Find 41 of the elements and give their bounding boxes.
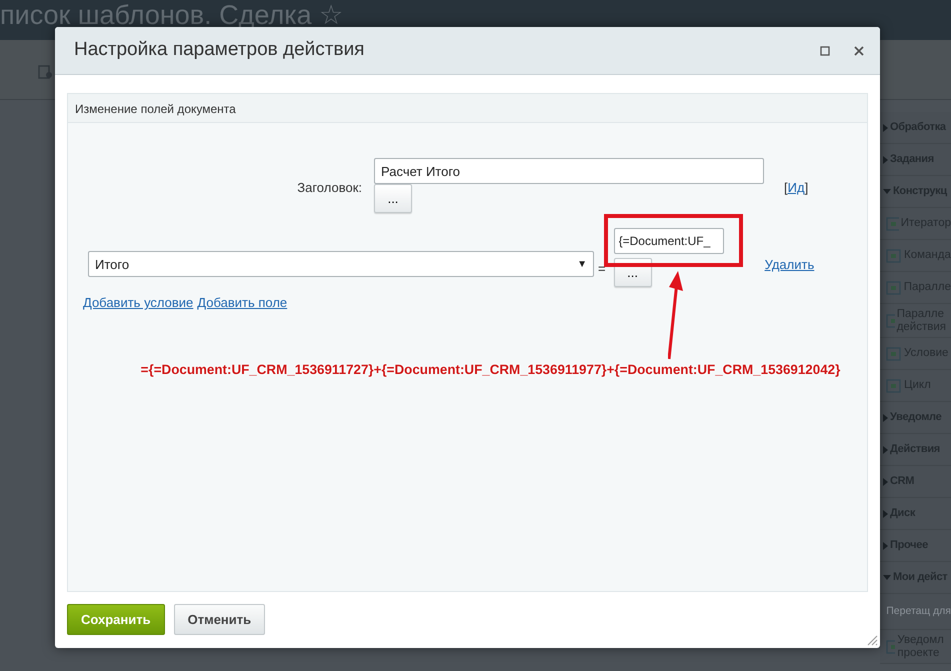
add-link[interactable]: Добавить поле [197, 293, 288, 312]
resize-grip-icon[interactable] [866, 634, 878, 646]
field-select[interactable]: Итого ▼ [88, 251, 594, 277]
collapsed-icon[interactable] [883, 124, 888, 132]
activity-icon [886, 346, 902, 362]
activity-icon [886, 638, 896, 654]
activity-icon [886, 248, 902, 264]
maximize-icon[interactable] [820, 46, 830, 56]
panel-title: Изменение полей документа [68, 94, 867, 123]
bracket: ] [804, 180, 808, 195]
save-button[interactable]: Сохранить [67, 604, 165, 635]
expanded-icon[interactable] [883, 575, 891, 580]
activity-icon [886, 216, 899, 232]
bracket: [ [784, 180, 788, 195]
field-label: Заголовок: [296, 179, 363, 197]
collapsed-icon[interactable] [883, 478, 888, 486]
annotation-text: ={=Document:UF_CRM_1536911727}+{=Document:UF_CRM_1536911977}+{=Document:UF_CRM_1536912042} [140, 361, 842, 379]
add-link[interactable]: Добавить условие [83, 293, 194, 312]
title-input[interactable]: Расчет Итого [374, 158, 764, 184]
collapsed-icon[interactable] [883, 510, 888, 518]
dialog-title: Настройка параметров действия [74, 38, 366, 62]
value-input[interactable]: {=Document:UF_ [614, 228, 724, 254]
equals-sign: = [598, 260, 606, 278]
collapsed-icon[interactable] [883, 156, 888, 164]
cancel-button[interactable]: Отменить [174, 604, 266, 635]
drop-hint: Перетащ для [886, 606, 951, 618]
insert-button[interactable]: ... [374, 184, 412, 213]
activity-icon [886, 280, 902, 296]
expanded-icon[interactable] [883, 189, 891, 194]
toolbar-icon [38, 64, 52, 79]
close-icon[interactable] [854, 46, 864, 56]
dropdown-arrow[interactable]: ▼ [577, 255, 587, 273]
page-title: писок шаблонов. Сделка [0, 0, 312, 30]
activity-icon [886, 312, 895, 328]
collapsed-icon[interactable] [883, 542, 888, 550]
activity-icon [886, 378, 902, 394]
collapsed-icon[interactable] [883, 414, 888, 422]
collapsed-icon[interactable] [883, 446, 888, 454]
star-icon[interactable]: ☆ [319, 0, 344, 30]
id-link[interactable]: Ид [788, 180, 805, 195]
delete-link[interactable]: Удалить [764, 255, 814, 287]
